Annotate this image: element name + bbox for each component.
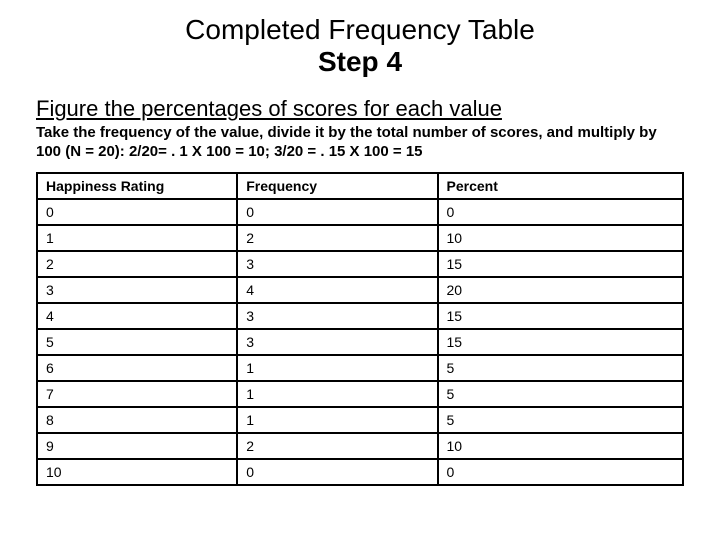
col-header-rating: Happiness Rating — [37, 173, 237, 199]
table-row: 4 3 15 — [37, 303, 683, 329]
cell-percent: 5 — [438, 381, 684, 407]
cell-percent: 20 — [438, 277, 684, 303]
cell-frequency: 1 — [237, 381, 437, 407]
cell-rating: 1 — [37, 225, 237, 251]
table-row: 2 3 15 — [37, 251, 683, 277]
table-row: 9 2 10 — [37, 433, 683, 459]
table-header-row: Happiness Rating Frequency Percent — [37, 173, 683, 199]
cell-percent: 0 — [438, 199, 684, 225]
cell-frequency: 0 — [237, 459, 437, 485]
col-header-percent: Percent — [438, 173, 684, 199]
cell-percent: 15 — [438, 303, 684, 329]
table-row: 0 0 0 — [37, 199, 683, 225]
cell-percent: 5 — [438, 355, 684, 381]
page-title: Completed Frequency Table Step 4 — [36, 14, 684, 78]
title-line-1: Completed Frequency Table — [185, 14, 535, 45]
table-row: 1 2 10 — [37, 225, 683, 251]
frequency-table: Happiness Rating Frequency Percent 0 0 0… — [36, 172, 684, 486]
table-row: 10 0 0 — [37, 459, 683, 485]
cell-percent: 15 — [438, 251, 684, 277]
col-header-frequency: Frequency — [237, 173, 437, 199]
instruction-heading: Figure the percentages of scores for eac… — [36, 96, 684, 122]
table-row: 6 1 5 — [37, 355, 683, 381]
cell-percent: 5 — [438, 407, 684, 433]
cell-frequency: 3 — [237, 251, 437, 277]
table-row: 7 1 5 — [37, 381, 683, 407]
instruction-detail: Take the frequency of the value, divide … — [36, 124, 684, 162]
cell-rating: 4 — [37, 303, 237, 329]
cell-frequency: 1 — [237, 355, 437, 381]
table-row: 5 3 15 — [37, 329, 683, 355]
cell-percent: 0 — [438, 459, 684, 485]
cell-rating: 2 — [37, 251, 237, 277]
cell-frequency: 1 — [237, 407, 437, 433]
cell-rating: 5 — [37, 329, 237, 355]
cell-rating: 0 — [37, 199, 237, 225]
cell-rating: 6 — [37, 355, 237, 381]
cell-rating: 8 — [37, 407, 237, 433]
cell-rating: 7 — [37, 381, 237, 407]
cell-frequency: 0 — [237, 199, 437, 225]
cell-percent: 15 — [438, 329, 684, 355]
cell-frequency: 3 — [237, 329, 437, 355]
cell-frequency: 3 — [237, 303, 437, 329]
cell-frequency: 2 — [237, 433, 437, 459]
cell-rating: 10 — [37, 459, 237, 485]
cell-percent: 10 — [438, 225, 684, 251]
cell-rating: 3 — [37, 277, 237, 303]
cell-frequency: 2 — [237, 225, 437, 251]
cell-percent: 10 — [438, 433, 684, 459]
title-line-2: Step 4 — [318, 46, 402, 77]
cell-rating: 9 — [37, 433, 237, 459]
cell-frequency: 4 — [237, 277, 437, 303]
table-row: 8 1 5 — [37, 407, 683, 433]
table-row: 3 4 20 — [37, 277, 683, 303]
